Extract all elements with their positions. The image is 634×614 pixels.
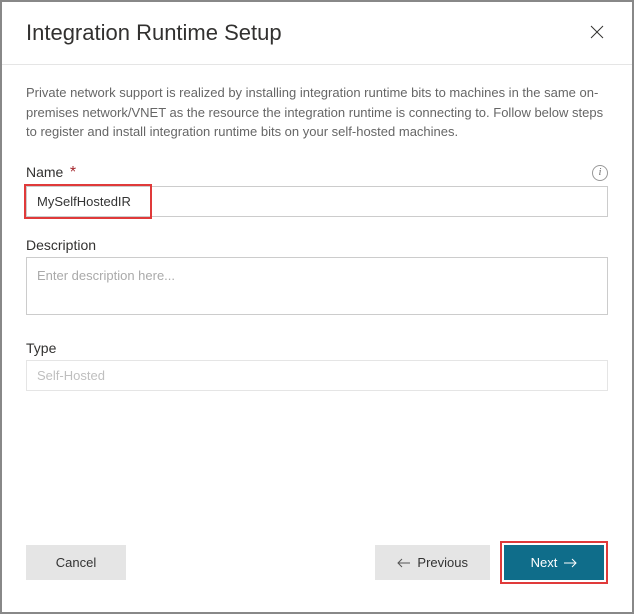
- description-field: Description: [26, 237, 608, 320]
- info-icon[interactable]: i: [592, 165, 608, 181]
- close-button[interactable]: [586, 20, 608, 46]
- description-label: Description: [26, 237, 96, 253]
- type-value: Self-Hosted: [26, 360, 608, 391]
- next-highlight: Next: [500, 541, 608, 584]
- required-marker: *: [70, 164, 76, 181]
- previous-button[interactable]: Previous: [375, 545, 490, 580]
- close-icon: [590, 25, 604, 39]
- cancel-button[interactable]: Cancel: [26, 545, 126, 580]
- type-field: Type Self-Hosted: [26, 340, 608, 391]
- description-input[interactable]: [26, 257, 608, 315]
- type-label: Type: [26, 340, 56, 356]
- next-label: Next: [531, 555, 558, 570]
- arrow-left-icon: [397, 558, 411, 568]
- name-field: Name * i: [26, 164, 608, 217]
- next-button[interactable]: Next: [504, 545, 604, 580]
- previous-label: Previous: [417, 555, 468, 570]
- name-label: Name: [26, 164, 63, 180]
- name-input[interactable]: [26, 186, 608, 217]
- arrow-right-icon: [563, 558, 577, 568]
- intro-text: Private network support is realized by i…: [26, 83, 608, 142]
- page-title: Integration Runtime Setup: [26, 20, 282, 46]
